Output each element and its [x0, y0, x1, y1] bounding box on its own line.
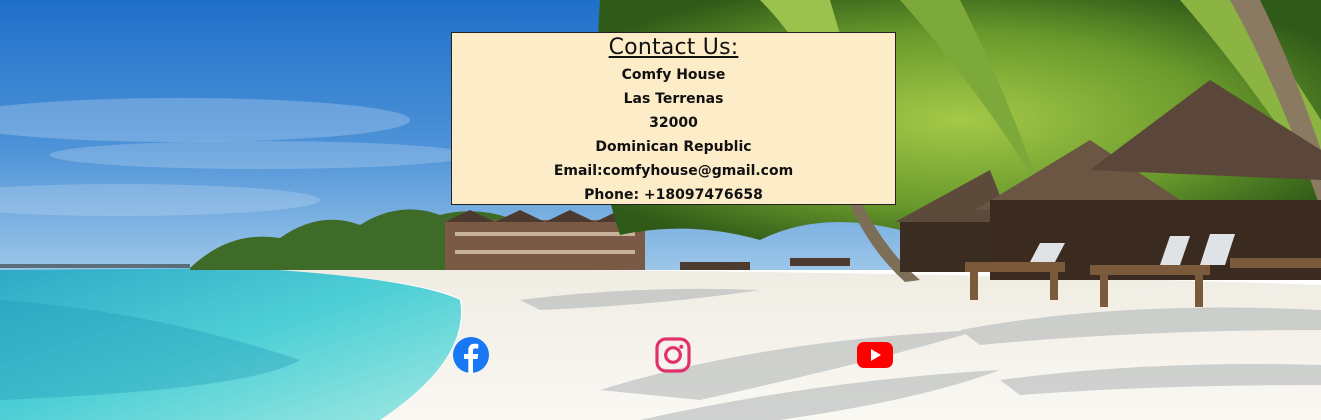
contact-email[interactable]: Email:comfyhouse@gmail.com	[452, 159, 895, 183]
instagram-link[interactable]	[654, 336, 692, 374]
instagram-icon	[655, 337, 691, 373]
contact-country: Dominican Republic	[595, 139, 752, 155]
youtube-icon	[857, 342, 893, 368]
youtube-link[interactable]	[856, 336, 894, 374]
contact-postal-code: 32000	[649, 115, 698, 131]
contact-city: Las Terrenas	[623, 91, 724, 107]
contact-details: Comfy House Las Terrenas 32000 Dominican…	[452, 63, 895, 207]
page-container: Contact Us: Comfy House Las Terrenas 320…	[0, 0, 1321, 420]
contact-phone[interactable]: Phone: +18097476658	[452, 183, 895, 207]
contact-card: Contact Us: Comfy House Las Terrenas 320…	[451, 32, 896, 205]
contact-title: Contact Us:	[608, 35, 739, 60]
contact-business-name: Comfy House	[621, 67, 726, 83]
facebook-icon	[453, 337, 489, 373]
facebook-link[interactable]	[452, 336, 490, 374]
